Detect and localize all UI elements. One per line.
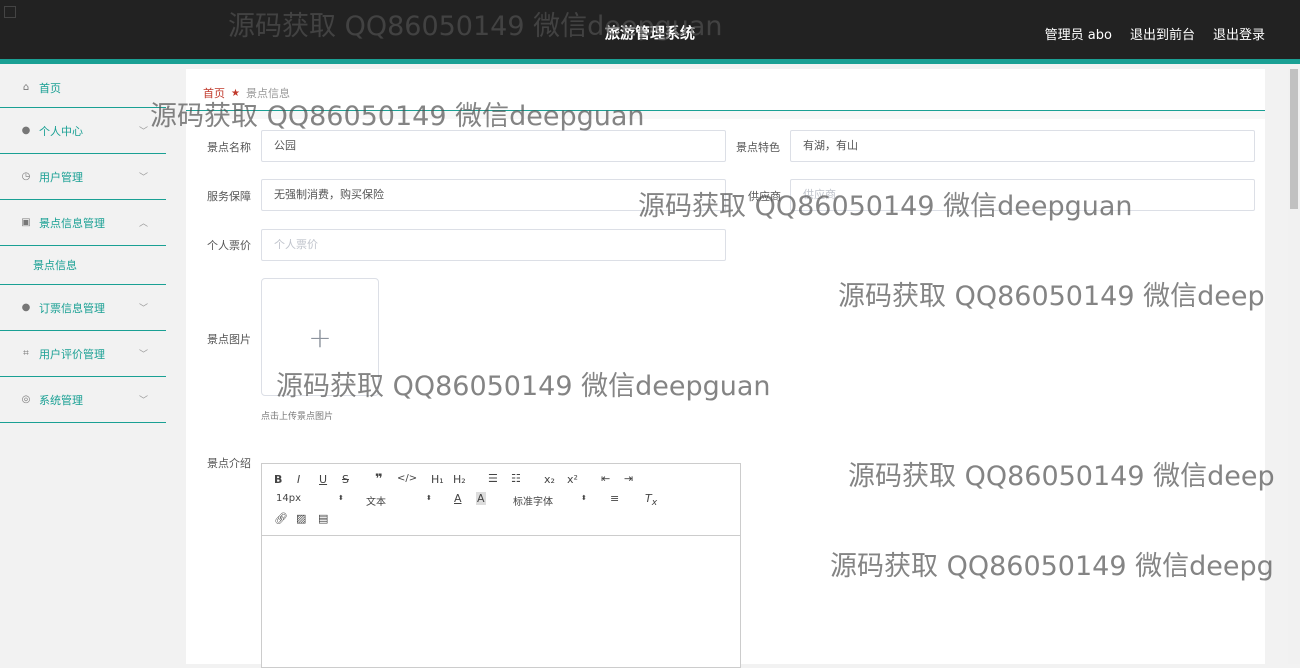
strikethrough-icon[interactable]: S xyxy=(342,473,349,486)
sidebar: ⌂ 首页 ● 个人中心 ﹀ ◷ 用户管理 ﹀ ▣ 景点信息管理 ︿ 景点信息 ●… xyxy=(0,69,166,664)
blockquote-icon[interactable]: ❞ xyxy=(375,472,383,487)
admin-label[interactable]: 管理员 abo xyxy=(1045,24,1112,43)
watermark-text: 源码获取 QQ86050149 微信deepguan xyxy=(150,101,645,132)
bold-icon[interactable]: B xyxy=(274,473,282,486)
sidebar-item-personal-center[interactable]: ● 个人中心 ﹀ xyxy=(0,108,166,154)
superscript-icon[interactable]: x² xyxy=(567,473,578,486)
feature-label: 景点特色 xyxy=(736,141,780,154)
name-field[interactable]: 公园 xyxy=(261,130,726,162)
chevron-down-icon: ﹀ xyxy=(138,396,148,406)
watermark-text: 源码获取 QQ86050149 微信deepguan xyxy=(276,371,771,402)
sidebar-item-home[interactable]: ⌂ 首页 xyxy=(0,69,166,108)
chevron-down-icon: ﹀ xyxy=(138,173,148,183)
select-arrows-icon: ⬍ xyxy=(581,494,587,502)
sidebar-item-label: 订票信息管理 xyxy=(39,301,105,315)
upload-tip: 点击上传景点图片 xyxy=(261,412,334,422)
underline-icon[interactable]: U xyxy=(319,473,327,486)
service-label: 服务保障 xyxy=(207,190,251,203)
font-size-select[interactable]: 14px ⬍ xyxy=(276,493,346,504)
page-scrollbar[interactable] xyxy=(1288,69,1300,664)
intro-label: 景点介绍 xyxy=(207,457,251,470)
exit-to-front-link[interactable]: 退出到前台 xyxy=(1130,24,1195,43)
sidebar-subitem-scenic-info[interactable]: 景点信息 xyxy=(0,246,166,285)
feature-field[interactable]: 有湖，有山 xyxy=(790,130,1255,162)
price-field[interactable]: 个人票价 xyxy=(261,229,726,261)
editor-toolbar: B I U S ❞ </> H₁ H₂ ☰ ☷ x₂ x² ⇤ ⇥ 14px ⬍… xyxy=(262,464,740,536)
outdent-icon[interactable]: ⇤ xyxy=(601,472,610,485)
sidebar-item-review-management[interactable]: ⌗ 用户评价管理 ﹀ xyxy=(0,331,166,377)
font-family-value: 标准字体 xyxy=(513,497,553,508)
sidebar-item-label: 个人中心 xyxy=(39,124,83,138)
watermark-text: 源码获取 QQ86050149 微信deep xyxy=(848,461,1275,492)
window-corner-icon xyxy=(4,6,16,18)
select-arrows-icon: ⬍ xyxy=(338,494,344,502)
plus-icon: + xyxy=(308,320,332,354)
crop-icon: ⌗ xyxy=(23,347,29,359)
sidebar-item-label: 用户管理 xyxy=(39,170,83,184)
background-color-icon[interactable]: A xyxy=(476,492,486,505)
sidebar-item-system-management[interactable]: ◎ 系统管理 ﹀ xyxy=(0,377,166,423)
sidebar-item-scenic-management[interactable]: ▣ 景点信息管理 ︿ xyxy=(0,200,166,246)
header-actions: 管理员 abo 退出到前台 退出登录 xyxy=(1045,24,1265,43)
clock-icon: ◷ xyxy=(21,170,31,182)
video-icon[interactable]: ▤ xyxy=(318,512,328,525)
watermark-text: 源码获取 QQ86050149 微信deepg xyxy=(830,551,1274,582)
chevron-up-icon: ︿ xyxy=(138,219,148,229)
user-icon: ● xyxy=(21,124,31,136)
italic-icon[interactable]: I xyxy=(297,473,300,486)
select-arrows-icon: ⬍ xyxy=(426,494,432,502)
header1-icon[interactable]: H₁ xyxy=(431,473,444,486)
clipboard-icon: ▣ xyxy=(21,216,31,228)
sidebar-item-label: 用户评价管理 xyxy=(39,347,105,361)
watermark-text: 源码获取 QQ86050149 微信deep xyxy=(838,281,1265,312)
font-color-icon[interactable]: A xyxy=(454,492,462,505)
sidebar-item-label: 系统管理 xyxy=(39,393,83,407)
link-icon[interactable]: 🔗︎ xyxy=(274,512,288,525)
watermark-text: 源码获取 QQ86050149 微信deepguan xyxy=(638,191,1133,222)
font-size-value: 14px xyxy=(276,493,301,504)
bulb-icon: ● xyxy=(21,301,31,313)
chevron-down-icon: ﹀ xyxy=(138,127,148,137)
ordered-list-icon[interactable]: ☰ xyxy=(488,472,498,485)
name-label: 景点名称 xyxy=(207,141,251,154)
logout-link[interactable]: 退出登录 xyxy=(1213,24,1265,43)
clear-format-icon[interactable]: Tx xyxy=(645,492,657,508)
image-label: 景点图片 xyxy=(207,333,251,346)
chevron-down-icon: ﹀ xyxy=(138,304,148,314)
subscript-icon[interactable]: x₂ xyxy=(544,473,555,486)
compass-icon: ◎ xyxy=(21,393,31,405)
sidebar-item-booking-management[interactable]: ● 订票信息管理 ﹀ xyxy=(0,285,166,331)
price-label: 个人票价 xyxy=(207,239,251,252)
chevron-down-icon: ﹀ xyxy=(138,350,148,360)
align-icon[interactable]: ≡ xyxy=(610,492,619,505)
paragraph-select[interactable]: 文本 ⬍ xyxy=(366,493,436,508)
font-family-select[interactable]: 标准字体 ⬍ xyxy=(513,493,593,508)
sidebar-item-label: 景点信息管理 xyxy=(39,216,105,230)
sidebar-item-label: 首页 xyxy=(39,82,61,95)
indent-icon[interactable]: ⇥ xyxy=(624,472,633,485)
paragraph-value: 文本 xyxy=(366,497,386,508)
header2-icon[interactable]: H₂ xyxy=(453,473,466,486)
rich-text-editor: B I U S ❞ </> H₁ H₂ ☰ ☷ x₂ x² ⇤ ⇥ 14px ⬍… xyxy=(261,463,741,668)
watermark-text: 源码获取 QQ86050149 微信deepguan xyxy=(228,11,723,42)
scrollbar-thumb[interactable] xyxy=(1290,69,1298,209)
image-icon[interactable]: ▨ xyxy=(296,512,306,525)
editor-content-area[interactable] xyxy=(262,536,740,666)
bullet-list-icon[interactable]: ☷ xyxy=(511,472,521,485)
home-icon: ⌂ xyxy=(22,82,30,93)
code-block-icon[interactable]: </> xyxy=(397,473,417,484)
sidebar-item-user-management[interactable]: ◷ 用户管理 ﹀ xyxy=(0,154,166,200)
